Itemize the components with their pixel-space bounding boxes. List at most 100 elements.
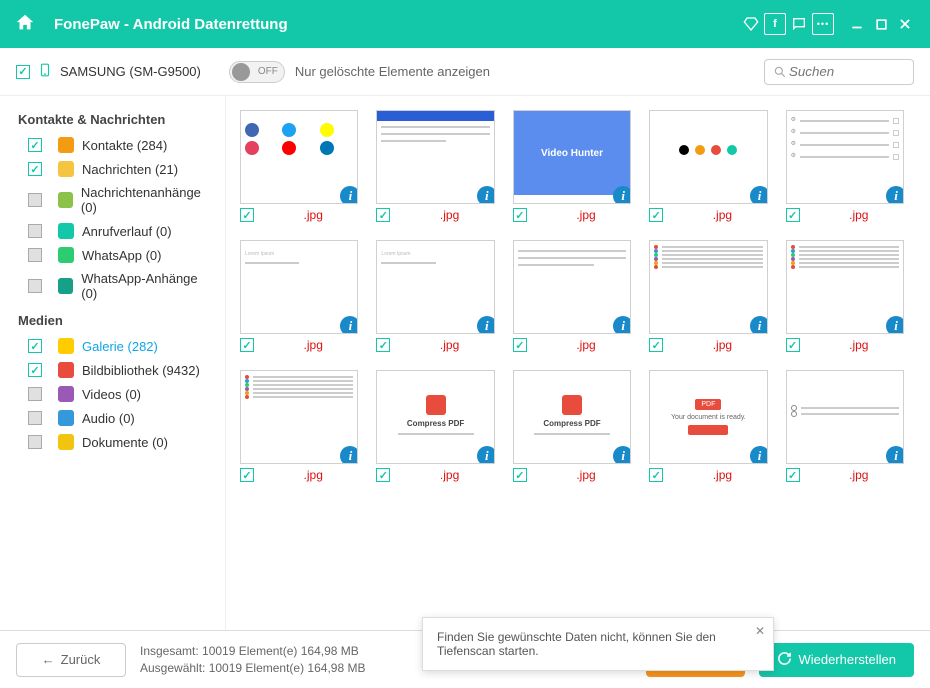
sidebar-item[interactable]: Anrufverlauf (0) (14, 219, 215, 243)
thumbnail-preview[interactable]: i (786, 370, 904, 464)
thumbnail-card[interactable]: Lorem Ipsumi.jpg (240, 240, 358, 352)
gallery[interactable]: i.jpgi.jpgVideo Hunteri.jpgi.jpg⚙⚙⚙⚙i.jp… (225, 96, 930, 630)
thumbnail-card[interactable]: i.jpg (240, 370, 358, 482)
sidebar-item[interactable]: Galerie (282) (14, 334, 215, 358)
thumbnail-card[interactable]: Compress PDFi.jpg (376, 370, 494, 482)
info-icon[interactable]: i (886, 446, 904, 464)
info-icon[interactable]: i (477, 186, 495, 204)
thumbnail-checkbox[interactable] (240, 338, 254, 352)
thumbnail-preview[interactable]: i (513, 240, 631, 334)
sidebar: Kontakte & NachrichtenKontakte (284)Nach… (0, 96, 225, 630)
sidebar-item-checkbox[interactable] (28, 411, 42, 425)
sidebar-item-checkbox[interactable] (28, 363, 42, 377)
thumbnail-card[interactable]: i.jpg (513, 240, 631, 352)
search-input[interactable] (787, 63, 887, 80)
thumbnail-card[interactable]: i.jpg (649, 110, 767, 222)
thumbnail-checkbox[interactable] (240, 468, 254, 482)
thumbnail-preview[interactable]: Compress PDFi (513, 370, 631, 464)
sidebar-item[interactable]: WhatsApp-Anhänge (0) (14, 267, 215, 305)
thumbnail-checkbox[interactable] (649, 208, 663, 222)
info-icon[interactable]: i (886, 186, 904, 204)
thumbnail-checkbox[interactable] (786, 338, 800, 352)
thumbnail-preview[interactable]: i (649, 110, 767, 204)
thumbnail-checkbox[interactable] (786, 208, 800, 222)
info-icon[interactable]: i (340, 446, 358, 464)
sidebar-item-checkbox[interactable] (28, 193, 42, 207)
close-icon[interactable]: ✕ (755, 624, 765, 638)
sidebar-item-checkbox[interactable] (28, 339, 42, 353)
thumbnail-card[interactable]: i.jpg (786, 240, 904, 352)
sidebar-item-checkbox[interactable] (28, 279, 42, 293)
thumbnail-card[interactable]: PDFYour document is ready.i .jpg (649, 370, 767, 482)
thumbnail-checkbox[interactable] (786, 468, 800, 482)
close-icon[interactable] (894, 13, 916, 35)
sidebar-item[interactable]: Dokumente (0) (14, 430, 215, 454)
info-icon[interactable]: i (750, 446, 768, 464)
thumbnail-preview[interactable]: ⚙⚙⚙⚙i (786, 110, 904, 204)
thumbnail-checkbox[interactable] (513, 468, 527, 482)
diamond-icon[interactable] (740, 13, 762, 35)
minimize-icon[interactable] (846, 13, 868, 35)
sidebar-item[interactable]: Nachrichtenanhänge (0) (14, 181, 215, 219)
sidebar-item-checkbox[interactable] (28, 248, 42, 262)
maximize-icon[interactable] (870, 13, 892, 35)
thumbnail-card[interactable]: Compress PDFi.jpg (513, 370, 631, 482)
thumbnail-checkbox[interactable] (376, 208, 390, 222)
thumbnail-card[interactable]: Lorem Ipsumi.jpg (376, 240, 494, 352)
back-button[interactable]: ← Zurück (16, 643, 126, 677)
thumbnail-card[interactable]: i.jpg (376, 110, 494, 222)
sidebar-item-checkbox[interactable] (28, 162, 42, 176)
thumbnail-preview[interactable]: i (376, 110, 494, 204)
thumbnail-checkbox[interactable] (649, 338, 663, 352)
thumbnail-preview[interactable]: Lorem Ipsumi (376, 240, 494, 334)
sidebar-item-checkbox[interactable] (28, 138, 42, 152)
thumbnail-card[interactable]: i.jpg (240, 110, 358, 222)
sidebar-item[interactable]: Audio (0) (14, 406, 215, 430)
info-icon[interactable]: i (477, 446, 495, 464)
info-icon[interactable]: i (750, 186, 768, 204)
thumbnail-preview[interactable]: Compress PDFi (376, 370, 494, 464)
thumbnail-preview[interactable]: Video Hunteri (513, 110, 631, 204)
facebook-icon[interactable]: f (764, 13, 786, 35)
info-icon[interactable]: i (613, 316, 631, 334)
recover-button[interactable]: Wiederherstellen (759, 643, 914, 677)
thumbnail-checkbox[interactable] (376, 468, 390, 482)
thumbnail-preview[interactable]: i (786, 240, 904, 334)
info-icon[interactable]: i (613, 186, 631, 204)
sidebar-item-checkbox[interactable] (28, 387, 42, 401)
sidebar-item[interactable]: Nachrichten (21) (14, 157, 215, 181)
thumbnail-card[interactable]: ⚙⚙⚙⚙i.jpg (786, 110, 904, 222)
info-icon[interactable]: i (613, 446, 631, 464)
more-icon[interactable]: ••• (812, 13, 834, 35)
info-icon[interactable]: i (886, 316, 904, 334)
feedback-icon[interactable] (788, 13, 810, 35)
info-icon[interactable]: i (340, 186, 358, 204)
thumbnail-checkbox[interactable] (513, 338, 527, 352)
deleted-only-toggle[interactable]: OFF (229, 61, 285, 83)
info-icon[interactable]: i (750, 316, 768, 334)
thumbnail-card[interactable]: Video Hunteri.jpg (513, 110, 631, 222)
sidebar-item[interactable]: Videos (0) (14, 382, 215, 406)
info-icon[interactable]: i (477, 316, 495, 334)
thumbnail-checkbox[interactable] (649, 468, 663, 482)
thumbnail-card[interactable]: i.jpg (649, 240, 767, 352)
thumbnail-preview[interactable]: i (649, 240, 767, 334)
device-checkbox[interactable] (16, 65, 30, 79)
thumbnail-card[interactable]: i.jpg (786, 370, 904, 482)
sidebar-item-checkbox[interactable] (28, 435, 42, 449)
thumbnail-ext: .jpg (677, 468, 767, 482)
home-icon[interactable] (14, 12, 36, 37)
thumbnail-preview[interactable]: i (240, 370, 358, 464)
thumbnail-checkbox[interactable] (240, 208, 254, 222)
thumbnail-checkbox[interactable] (376, 338, 390, 352)
info-icon[interactable]: i (340, 316, 358, 334)
thumbnail-preview[interactable]: Lorem Ipsumi (240, 240, 358, 334)
sidebar-item[interactable]: Bildbibliothek (9432) (14, 358, 215, 382)
sidebar-item[interactable]: Kontakte (284) (14, 133, 215, 157)
sidebar-item[interactable]: WhatsApp (0) (14, 243, 215, 267)
thumbnail-preview[interactable]: PDFYour document is ready.i (649, 370, 767, 464)
search-box[interactable] (764, 59, 914, 85)
thumbnail-checkbox[interactable] (513, 208, 527, 222)
sidebar-item-checkbox[interactable] (28, 224, 42, 238)
thumbnail-preview[interactable]: i (240, 110, 358, 204)
